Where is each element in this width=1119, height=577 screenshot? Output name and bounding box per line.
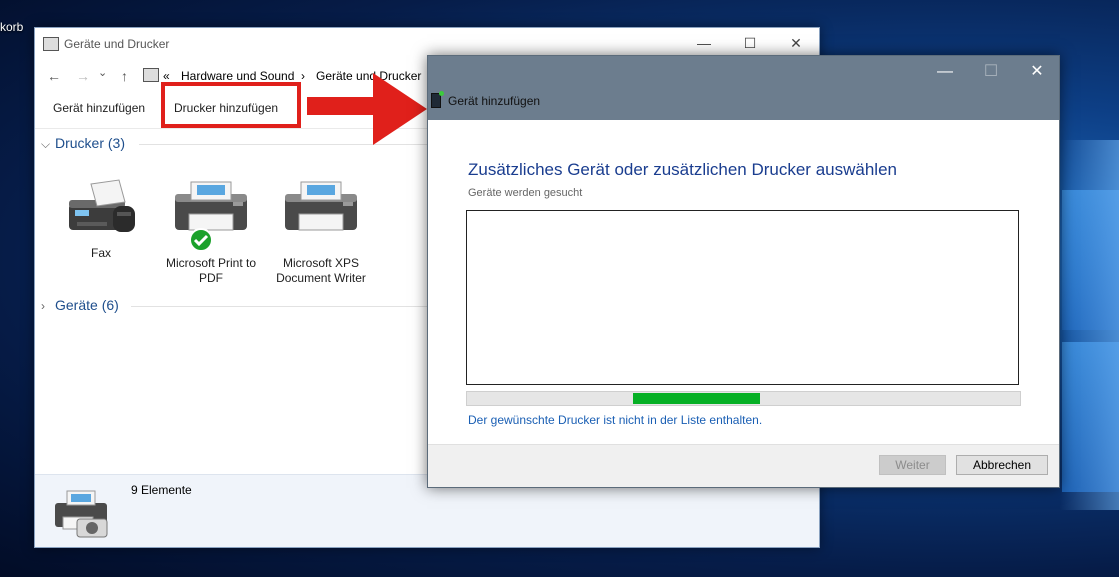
printer-item-xps-writer[interactable]: Microsoft XPS Document Writer — [271, 178, 371, 286]
dialog-title: Gerät hinzufügen — [448, 94, 541, 108]
dialog-footer: Weiter Abbrechen — [428, 444, 1059, 487]
highlight-box — [161, 82, 301, 128]
forward-arrow-icon[interactable]: → — [76, 68, 90, 84]
window-title: Geräte und Drucker — [64, 37, 170, 51]
printer-icon — [171, 178, 251, 252]
printer-label: Microsoft XPS Document Writer — [276, 256, 366, 285]
desktop-light-beam — [1060, 140, 1119, 510]
printer-label: Fax — [90, 246, 111, 260]
printer-not-listed-link[interactable]: Der gewünschte Drucker ist nicht in der … — [468, 413, 762, 427]
printers-group-header[interactable]: ⌵ Drucker (3) — [41, 135, 125, 152]
red-arrow-shaft — [307, 97, 377, 115]
printer-icon — [281, 178, 361, 242]
maximize-button[interactable]: ☐ — [727, 28, 773, 58]
dialog-heading: Zusätzliches Gerät oder zusätzlichen Dru… — [468, 160, 897, 179]
minimize-button[interactable]: — — [681, 28, 727, 58]
next-button[interactable]: Weiter — [879, 455, 946, 475]
add-device-icon — [431, 91, 444, 108]
item-count: 9 Elemente — [131, 483, 192, 497]
dialog-close-button[interactable]: ✕ — [1014, 60, 1060, 84]
fax-icon — [61, 178, 141, 242]
default-check-icon — [189, 228, 213, 252]
add-device-button[interactable]: Gerät hinzufügen — [53, 101, 145, 115]
dialog-minimize-button[interactable]: — — [922, 60, 968, 84]
devices-group-header[interactable]: › Geräte (6) — [41, 297, 119, 313]
recycle-bin-label[interactable]: korb — [0, 20, 23, 34]
back-arrow-icon[interactable]: ← — [47, 68, 61, 84]
devices-printers-icon — [43, 37, 59, 51]
title-bar: Geräte und Drucker — ☐ ✕ — [35, 28, 819, 58]
chevron-right-icon: › — [41, 299, 45, 313]
recent-locations-icon[interactable]: ⌄ — [98, 66, 107, 79]
add-device-dialog: — ☐ ✕ Gerät hinzufügen Zusätzliches Gerä… — [427, 55, 1060, 488]
breadcrumb-overflow[interactable]: « — [163, 69, 170, 83]
close-button[interactable]: ✕ — [773, 28, 819, 58]
group-divider — [131, 306, 431, 307]
breadcrumb-hardware-sound[interactable]: Hardware und Sound — [181, 69, 294, 83]
dialog-header: — ☐ ✕ Gerät hinzufügen — [428, 56, 1059, 120]
dialog-maximize-button: ☐ — [983, 63, 999, 80]
devices-group-label: Geräte (6) — [55, 297, 119, 313]
printer-label: Microsoft Print to PDF — [165, 256, 257, 285]
printer-camera-icon — [55, 490, 108, 538]
searching-status: Geräte werden gesucht — [468, 187, 583, 199]
red-arrow-head — [373, 73, 427, 145]
control-panel-icon — [143, 68, 159, 82]
search-progress-bar — [466, 391, 1021, 406]
printer-item-fax[interactable]: Fax — [51, 178, 151, 261]
cancel-button[interactable]: Abbrechen — [956, 455, 1048, 475]
printer-item-print-to-pdf[interactable]: Microsoft Print to PDF — [161, 178, 261, 286]
progress-fill — [632, 393, 761, 404]
device-list[interactable] — [466, 210, 1019, 385]
chevron-down-icon: ⌵ — [41, 137, 51, 151]
printers-group-label: Drucker (3) — [55, 135, 126, 151]
breadcrumb-separator: › — [301, 69, 305, 83]
up-arrow-icon[interactable]: ↑ — [121, 68, 128, 84]
